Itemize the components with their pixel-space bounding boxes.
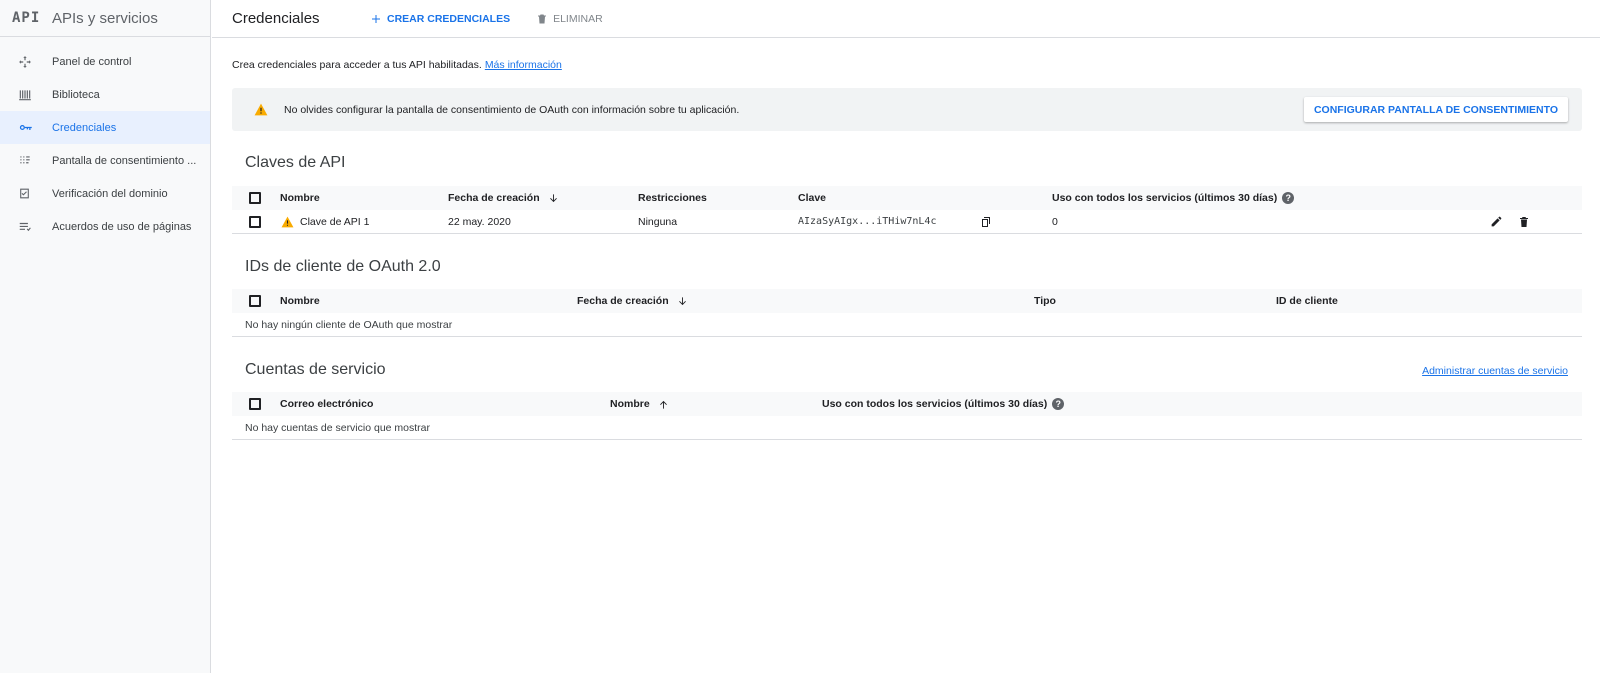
sidebar-item-label: Panel de control <box>52 55 132 68</box>
column-usage-label: Uso con todos los servicios (últimos 30 … <box>822 398 1048 410</box>
sidebar-item-label: Credenciales <box>52 121 117 134</box>
create-credentials-button[interactable]: CREAR CREDENCIALES <box>370 13 510 25</box>
create-credentials-label: CREAR CREDENCIALES <box>387 12 511 25</box>
sidebar-item-label: Verificación del dominio <box>52 187 168 200</box>
agreements-icon <box>18 220 52 234</box>
row-checkbox[interactable] <box>249 215 261 228</box>
column-created[interactable]: Fecha de creación <box>577 295 688 307</box>
column-usage-label: Uso con todos los servicios (últimos 30 … <box>1052 192 1278 204</box>
plus-icon <box>372 14 380 23</box>
oauth-warning-banner: No olvides configurar la pantalla de con… <box>232 88 1582 131</box>
edit-icon[interactable] <box>1490 215 1503 228</box>
select-all-checkbox[interactable] <box>249 192 261 204</box>
arrow-down-icon <box>678 296 686 305</box>
select-all-checkbox[interactable] <box>249 398 261 410</box>
intro-sentence: Crea credenciales para acceder a tus API… <box>232 59 482 71</box>
oauth-table: Nombre Fecha de creación Tipo ID de clie… <box>232 289 1582 337</box>
key-restrictions: Ninguna <box>638 215 678 228</box>
column-name: Nombre <box>280 295 320 307</box>
help-icon[interactable]: ? <box>1052 398 1065 410</box>
select-all-checkbox[interactable] <box>249 295 261 307</box>
sidebar-nav: Panel de control Biblioteca Credenciales… <box>0 37 210 243</box>
service-accounts-table: Correo electrónico Nombre Uso con todos … <box>232 392 1582 440</box>
top-bar: Credenciales CREAR CREDENCIALES ELIMINAR <box>212 0 1600 38</box>
sidebar-item-credentials[interactable]: Credenciales <box>0 111 210 144</box>
column-name: Nombre <box>280 192 320 204</box>
sidebar-item-page-agreements[interactable]: Acuerdos de uso de páginas <box>0 210 210 243</box>
arrow-down-icon <box>549 193 557 202</box>
sidebar-item-library[interactable]: Biblioteca <box>0 78 210 111</box>
delete-label: ELIMINAR <box>553 12 603 25</box>
copy-icon[interactable] <box>980 216 992 228</box>
column-name[interactable]: Nombre <box>610 398 669 410</box>
service-accounts-title: Cuentas de servicio <box>245 361 386 378</box>
column-email: Correo electrónico <box>280 398 374 410</box>
api-keys-table: Nombre Fecha de creación Restricciones C… <box>232 186 1582 234</box>
help-icon[interactable]: ? <box>1282 192 1295 204</box>
key-name-cell[interactable]: Clave de API 1 <box>281 216 369 228</box>
table-row[interactable]: Clave de API 1 22 may. 2020 Ninguna AIza… <box>232 210 1582 234</box>
delete-row-icon[interactable] <box>1518 216 1530 228</box>
warning-icon <box>281 216 294 227</box>
configure-consent-button[interactable]: CONFIGURAR PANTALLA DE CONSENTIMIENTO <box>1303 97 1568 122</box>
column-client-id: ID de cliente <box>1276 295 1338 307</box>
consent-icon <box>18 154 52 168</box>
empty-message: No hay cuentas de servicio que mostrar <box>232 416 1582 440</box>
column-created[interactable]: Fecha de creación <box>448 192 559 204</box>
dashboard-icon <box>18 55 52 69</box>
column-usage: Uso con todos los servicios (últimos 30 … <box>822 398 1065 410</box>
oauth-title: IDs de cliente de OAuth 2.0 <box>245 258 441 275</box>
key-icon <box>18 120 52 135</box>
sidebar-item-label: Acuerdos de uso de páginas <box>52 220 192 233</box>
arrow-up-icon <box>659 400 667 409</box>
table-header: Nombre Fecha de creación Restricciones C… <box>232 186 1582 210</box>
sidebar-item-domain-verification[interactable]: Verificación del dominio <box>0 177 210 210</box>
api-keys-title: Claves de API <box>245 154 346 171</box>
intro-text: Crea credenciales para acceder a tus API… <box>232 59 562 71</box>
column-created-label: Fecha de creación <box>577 295 669 307</box>
sidebar-header: API APIs y servicios <box>0 0 210 37</box>
column-restrictions: Restricciones <box>638 192 707 204</box>
sidebar-item-label: Biblioteca <box>52 88 100 101</box>
key-name: Clave de API 1 <box>300 215 370 228</box>
verify-icon <box>18 187 52 200</box>
sidebar-item-label: Pantalla de consentimiento ... <box>52 154 197 167</box>
column-usage: Uso con todos los servicios (últimos 30 … <box>1052 192 1295 204</box>
sidebar-item-consent-screen[interactable]: Pantalla de consentimiento ... <box>0 144 210 177</box>
api-logo: API <box>12 10 41 26</box>
learn-more-link[interactable]: Más información <box>485 59 562 71</box>
column-type: Tipo <box>1034 295 1056 307</box>
key-usage: 0 <box>1052 215 1058 228</box>
key-created-date: 22 may. 2020 <box>448 215 511 228</box>
trash-icon <box>538 14 547 23</box>
page-title: Credenciales <box>232 10 320 27</box>
manage-service-accounts-link[interactable]: Administrar cuentas de servicio <box>1422 365 1568 377</box>
warning-icon <box>254 103 268 116</box>
delete-button[interactable]: ELIMINAR <box>536 13 603 25</box>
banner-text: No olvides configurar la pantalla de con… <box>284 103 740 116</box>
sidebar-title: APIs y servicios <box>52 9 158 27</box>
sidebar: API APIs y servicios Panel de control Bi… <box>0 0 211 673</box>
key-value: AIzaSyAIgx...iTHiw7nL4c <box>798 216 937 227</box>
sidebar-item-dashboard[interactable]: Panel de control <box>0 45 210 78</box>
table-header: Correo electrónico Nombre Uso con todos … <box>232 392 1582 416</box>
table-header: Nombre Fecha de creación Tipo ID de clie… <box>232 289 1582 313</box>
column-name-label: Nombre <box>610 398 650 410</box>
column-created-label: Fecha de creación <box>448 192 540 204</box>
empty-message: No hay ningún cliente de OAuth que mostr… <box>232 313 1582 337</box>
column-key: Clave <box>798 192 827 204</box>
library-icon <box>18 88 52 102</box>
